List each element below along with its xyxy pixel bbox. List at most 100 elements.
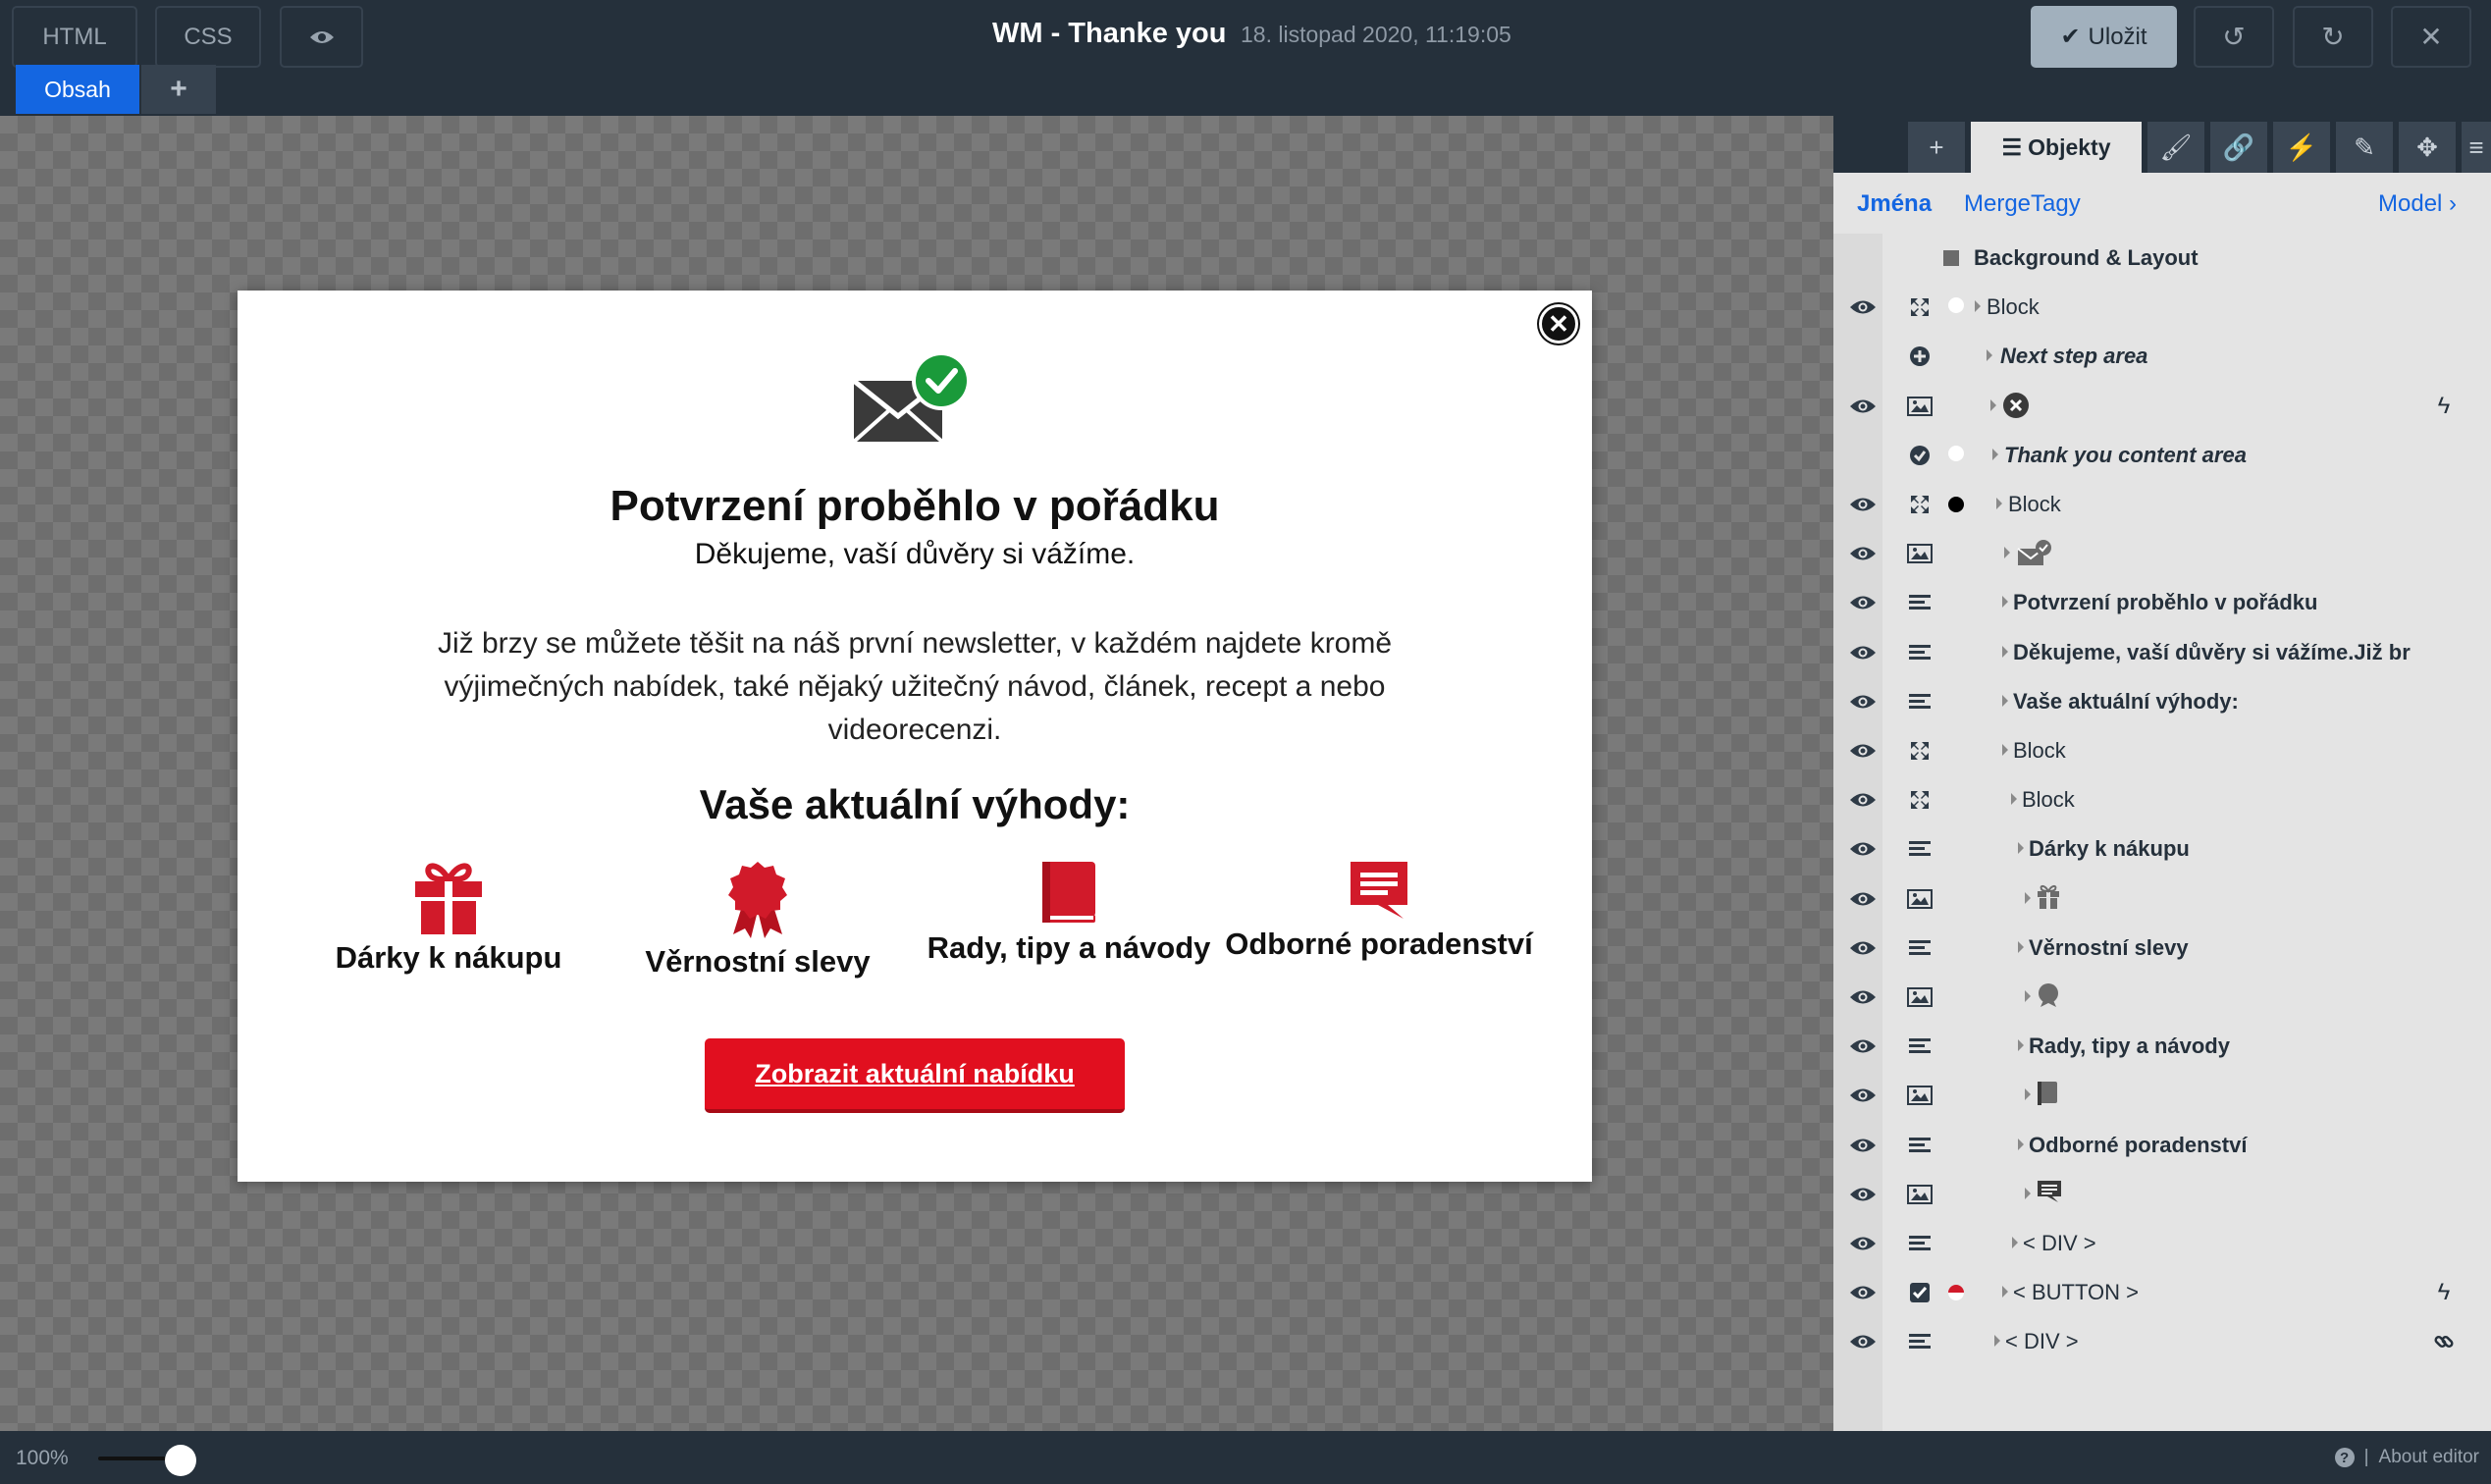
visibility-eye-icon[interactable]: [1843, 1219, 1882, 1268]
expand-caret-icon[interactable]: [2002, 645, 2008, 658]
visibility-eye-icon[interactable]: [1843, 1121, 1882, 1170]
expand-caret-icon[interactable]: [2025, 1187, 2031, 1199]
link-icon[interactable]: [2424, 1317, 2464, 1366]
expand-caret-icon[interactable]: [2018, 1039, 2024, 1052]
expand-caret-icon[interactable]: [2018, 1138, 2024, 1150]
subnav-mergetags[interactable]: MergeTagy: [1964, 190, 2081, 218]
tab-database[interactable]: ≡: [2462, 122, 2491, 173]
tree-row[interactable]: Dárky k nákupu: [1833, 824, 2491, 874]
tree-row[interactable]: [1833, 874, 2491, 924]
tree-row[interactable]: Block: [1833, 480, 2491, 529]
visibility-eye-icon[interactable]: [1843, 726, 1882, 775]
tab-objekty[interactable]: ☰ Objekty: [1971, 122, 2142, 173]
subnav-model[interactable]: Model ›: [2378, 190, 2457, 218]
expand-caret-icon[interactable]: [2012, 1237, 2018, 1248]
editor-canvas[interactable]: ✕ Potvrzení proběhlo v pořádku Děkujeme,…: [0, 116, 1833, 1431]
visibility-eye-icon[interactable]: [1843, 775, 1882, 824]
expand-caret-icon[interactable]: [2025, 1088, 2031, 1101]
expand-caret-icon[interactable]: [2025, 990, 2031, 1002]
link-icon: 🔗: [2222, 132, 2255, 162]
popup-close-button[interactable]: ✕: [1539, 304, 1578, 344]
save-button[interactable]: ✔ Uložit: [2031, 6, 2177, 68]
tree-row[interactable]: < DIV >: [1833, 1317, 2491, 1366]
redo-button[interactable]: ↻: [2293, 6, 2373, 68]
bolt-icon[interactable]: ϟ: [2424, 1268, 2464, 1317]
tree-row[interactable]: [1833, 529, 2491, 578]
expand-caret-icon[interactable]: [2011, 793, 2017, 806]
tree-row[interactable]: Potvrzení proběhlo v pořádku: [1833, 578, 2491, 627]
visibility-eye-icon[interactable]: [1843, 628, 1882, 677]
panel-subnav: Jména MergeTagy Model ›: [1833, 173, 2491, 234]
visibility-eye-icon[interactable]: [1843, 283, 1882, 332]
tree-row[interactable]: < DIV >: [1833, 1219, 2491, 1268]
tab-actions[interactable]: ⚡: [2273, 122, 2330, 173]
visibility-eye-icon[interactable]: [1843, 1071, 1882, 1120]
expand-caret-icon[interactable]: [1992, 448, 1998, 460]
visibility-eye-icon[interactable]: [1843, 1170, 1882, 1219]
subnav-names[interactable]: Jména: [1857, 190, 1932, 218]
popup-card[interactable]: ✕ Potvrzení proběhlo v pořádku Děkujeme,…: [238, 291, 1592, 1182]
tree-row[interactable]: Odborné poradenství: [1833, 1121, 2491, 1170]
text-align-icon: [1900, 1219, 1939, 1268]
tab-style[interactable]: 🖌: [2147, 122, 2204, 173]
visibility-eye-icon[interactable]: [1843, 973, 1882, 1022]
rosette-icon: [2037, 982, 2060, 1013]
visibility-eye-icon[interactable]: [1843, 1022, 1882, 1071]
tree-row[interactable]: Background & Layout: [1833, 234, 2491, 283]
tree-row[interactable]: [1833, 1170, 2491, 1219]
tree-row[interactable]: Block: [1833, 726, 2491, 775]
tree-row[interactable]: Block: [1833, 775, 2491, 824]
tab-move[interactable]: ✥: [2399, 122, 2456, 173]
tree-row[interactable]: Block: [1833, 283, 2491, 332]
show-offer-button[interactable]: Zobrazit aktuální nabídku: [705, 1038, 1125, 1113]
expand-caret-icon[interactable]: [2002, 596, 2008, 609]
color-swatch: [1941, 1268, 1971, 1317]
expand-caret-icon[interactable]: [1987, 349, 1992, 362]
tree-row[interactable]: Vaše aktuální výhody:: [1833, 677, 2491, 726]
css-tab-button[interactable]: CSS: [155, 6, 261, 68]
tab-obsah[interactable]: Obsah: [16, 65, 139, 114]
document-date: 18. listopad 2020, 11:19:05: [1241, 22, 1511, 47]
visibility-eye-icon[interactable]: [1843, 677, 1882, 726]
about-editor[interactable]: ? | About editor: [2334, 1447, 2479, 1468]
expand-caret-icon[interactable]: [2018, 842, 2024, 855]
visibility-eye-icon[interactable]: [1843, 924, 1882, 973]
tree-row[interactable]: [1833, 973, 2491, 1022]
visibility-eye-icon[interactable]: [1843, 480, 1882, 529]
expand-caret-icon[interactable]: [2002, 694, 2008, 707]
visibility-eye-icon[interactable]: [1843, 1268, 1882, 1317]
visibility-eye-icon[interactable]: [1843, 578, 1882, 627]
expand-caret-icon[interactable]: [2004, 547, 2010, 559]
visibility-eye-icon[interactable]: [1843, 529, 1882, 578]
preview-button[interactable]: [280, 6, 363, 68]
html-tab-button[interactable]: HTML: [12, 6, 137, 68]
close-editor-button[interactable]: ✕: [2391, 6, 2471, 68]
zoom-slider-knob[interactable]: [165, 1445, 196, 1476]
tree-row[interactable]: Děkujeme, vaší důvěry si vážíme.Již br: [1833, 628, 2491, 677]
tree-row[interactable]: Rady, tipy a návody: [1833, 1022, 2491, 1071]
undo-button[interactable]: ↺: [2194, 6, 2274, 68]
visibility-eye-icon[interactable]: [1843, 1317, 1882, 1366]
visibility-eye-icon[interactable]: [1843, 824, 1882, 874]
tree-row[interactable]: Věrnostní slevy: [1833, 924, 2491, 973]
tree-row[interactable]: Thank you content area: [1833, 431, 2491, 480]
visibility-eye-icon[interactable]: [1843, 382, 1882, 431]
tree-row[interactable]: [1833, 1071, 2491, 1120]
tab-edit[interactable]: ✎: [2336, 122, 2393, 173]
expand-caret-icon[interactable]: [2025, 891, 2031, 904]
expand-caret-icon[interactable]: [1996, 498, 2002, 509]
bolt-icon[interactable]: ϟ: [2424, 382, 2464, 431]
tab-add[interactable]: +: [1908, 122, 1965, 173]
tree-row[interactable]: < BUTTON > ϟ: [1833, 1268, 2491, 1317]
visibility-eye-icon[interactable]: [1843, 874, 1882, 924]
add-tab-button[interactable]: +: [141, 65, 216, 114]
expand-caret-icon[interactable]: [1994, 1335, 2000, 1348]
expand-caret-icon[interactable]: [2002, 1286, 2008, 1298]
tree-row[interactable]: Next step area: [1833, 332, 2491, 381]
expand-caret-icon[interactable]: [2018, 940, 2024, 953]
expand-caret-icon[interactable]: [1990, 398, 1996, 411]
tree-row[interactable]: ϟ: [1833, 382, 2491, 431]
expand-caret-icon[interactable]: [2002, 744, 2008, 756]
tab-links[interactable]: 🔗: [2210, 122, 2267, 173]
expand-caret-icon[interactable]: [1975, 300, 1981, 313]
